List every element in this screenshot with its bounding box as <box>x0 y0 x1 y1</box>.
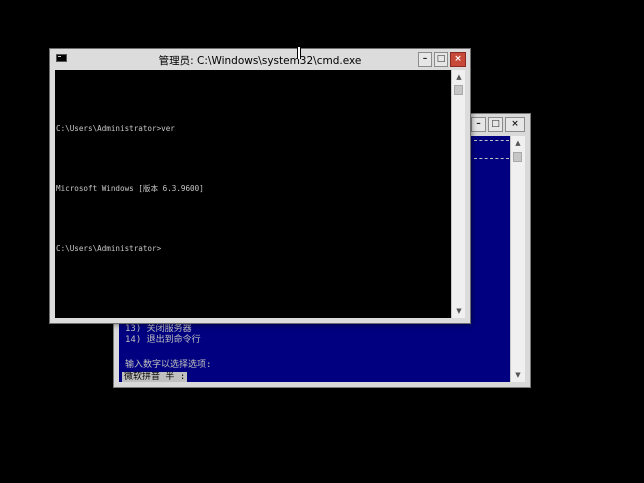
scroll-down-arrow-icon[interactable]: ▼ <box>511 368 525 382</box>
scroll-up-arrow-icon[interactable]: ▲ <box>511 136 525 150</box>
console-line-version-output: Microsoft Windows [版本 6.3.9600] <box>56 184 204 193</box>
cmd-maximize-button[interactable]: □ <box>434 52 448 67</box>
cmd-close-button[interactable]: × <box>450 52 466 67</box>
sconfig-scrollbar[interactable]: ▲ ▼ <box>510 136 525 382</box>
menu-item-exit: 14) 退出到命令行 <box>125 335 201 345</box>
sconfig-minimize-button[interactable]: – <box>471 117 486 132</box>
sconfig-maximize-button[interactable]: □ <box>488 117 503 132</box>
cmd-window[interactable]: 管理员: C:\Windows\system32\cmd.exe – □ × C… <box>49 48 471 324</box>
menu-item-shutdown: 13) 关闭服务器 <box>125 324 192 334</box>
text-cursor-icon <box>297 47 301 59</box>
console-line-prompt: C:\Users\Administrator> <box>56 244 162 253</box>
desktop: – □ × 13) 关闭服务器 14) 退出到命令行 输入数字以选择选项: 微软… <box>0 0 644 483</box>
scroll-down-arrow-icon[interactable]: ▼ <box>452 304 465 318</box>
console-line-ver-command: C:\Users\Administrator>ver <box>56 124 175 133</box>
scroll-up-arrow-icon[interactable]: ▲ <box>452 70 465 84</box>
select-option-prompt: 输入数字以选择选项: <box>125 360 212 370</box>
sconfig-close-button[interactable]: × <box>505 117 525 132</box>
scroll-thumb[interactable] <box>513 152 522 162</box>
cmd-minimize-button[interactable]: – <box>418 52 432 67</box>
scroll-thumb[interactable] <box>454 85 463 95</box>
cmd-window-title: 管理员: C:\Windows\system32\cmd.exe <box>158 55 362 67</box>
cmd-output: C:\Users\Administrator>ver Microsoft Win… <box>56 79 204 299</box>
cmd-scrollbar[interactable]: ▲ ▼ <box>451 70 465 318</box>
cmd-console[interactable]: C:\Users\Administrator>ver Microsoft Win… <box>55 70 465 318</box>
ime-input-line[interactable]: 微软拼音 半 : <box>122 372 188 382</box>
cmd-titlebar[interactable]: 管理员: C:\Windows\system32\cmd.exe – □ × <box>50 49 470 69</box>
